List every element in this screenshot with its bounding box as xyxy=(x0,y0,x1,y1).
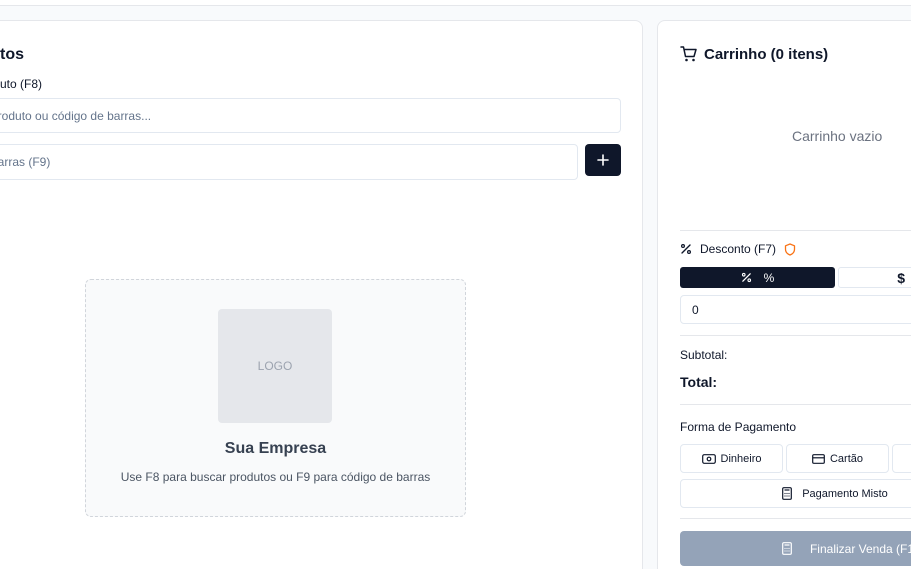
products-title: tos xyxy=(0,46,24,63)
discount-header: Desconto (F7) xyxy=(680,242,796,256)
pay-card-label: Cartão xyxy=(829,452,864,465)
percent-icon xyxy=(741,272,751,283)
cash-icon xyxy=(701,453,716,464)
mixed-payment-button[interactable]: Pagamento Misto xyxy=(680,479,911,508)
plus-icon xyxy=(597,154,609,166)
logo-text: LOGO xyxy=(257,359,293,373)
credit-card-icon xyxy=(812,453,825,464)
divider xyxy=(680,335,911,336)
dollar-sign-icon: $ xyxy=(897,269,905,286)
discount-value-input[interactable]: 0 xyxy=(680,295,911,324)
pay-card-button[interactable]: Cartão xyxy=(786,444,889,473)
finalize-sale-button[interactable]: Finalizar Venda (F1) xyxy=(680,531,911,566)
top-bar xyxy=(0,0,911,6)
add-product-button[interactable] xyxy=(585,144,621,176)
divider xyxy=(680,230,911,231)
barcode-placeholder: barras (F9) xyxy=(0,155,51,169)
product-search-input[interactable]: produto ou código de barras... xyxy=(0,98,621,133)
payment-method-label: Forma de Pagamento xyxy=(680,420,797,434)
cart-header: Carrinho (0 itens) xyxy=(680,45,828,63)
barcode-input[interactable]: barras (F9) xyxy=(0,144,578,180)
pay-cash-button[interactable]: Dinheiro xyxy=(680,444,783,473)
finalize-sale-label: Finalizar Venda (F1) xyxy=(809,541,911,556)
cart-empty-message: Carrinho vazio xyxy=(792,128,883,144)
calculator-icon xyxy=(782,542,792,555)
search-placeholder: produto ou código de barras... xyxy=(0,108,152,123)
search-label: uto (F8) xyxy=(0,77,43,91)
shopping-cart-icon xyxy=(680,46,697,62)
cart-title: Carrinho (0 itens) xyxy=(704,45,829,63)
company-logo: LOGO xyxy=(218,309,332,423)
calculator-icon xyxy=(782,487,793,500)
shortcut-hint: Use F8 para buscar produtos ou F9 para c… xyxy=(120,470,431,484)
pay-other-button[interactable] xyxy=(892,444,911,473)
company-name: Sua Empresa xyxy=(224,440,327,457)
pay-cash-label: Dinheiro xyxy=(720,452,762,465)
discount-value: 0 xyxy=(692,302,699,317)
percent-icon xyxy=(681,244,691,254)
discount-amount-toggle[interactable]: $ xyxy=(838,267,911,288)
discount-label: Desconto (F7) xyxy=(700,242,777,256)
divider xyxy=(680,404,911,405)
discount-percent-toggle[interactable]: % xyxy=(680,267,835,288)
subtotal-label: Subtotal: xyxy=(680,348,728,362)
mixed-payment-label: Pagamento Misto xyxy=(802,487,888,500)
shield-icon xyxy=(784,242,796,256)
percent-toggle-label: % xyxy=(763,270,775,285)
total-label: Total: xyxy=(680,374,718,390)
divider xyxy=(680,518,911,519)
